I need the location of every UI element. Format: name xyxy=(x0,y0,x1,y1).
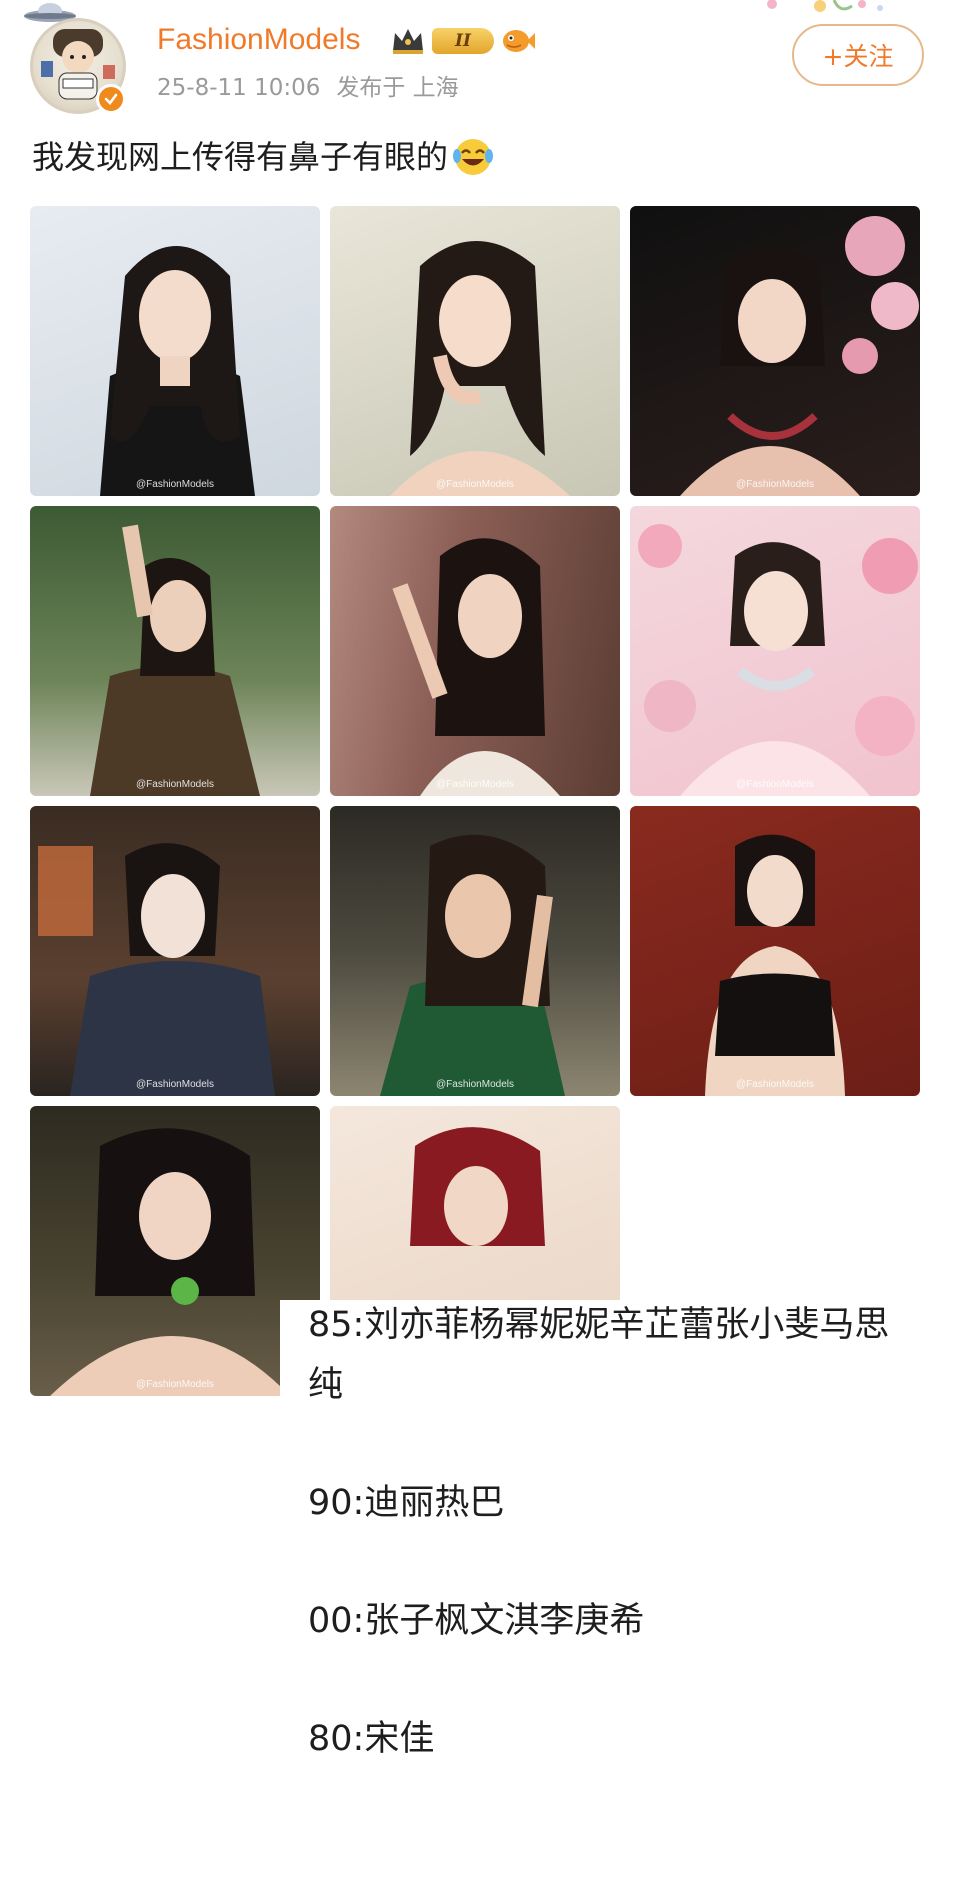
post-meta: 25-8-11 10:06 发布于 上海 xyxy=(157,72,475,104)
location: 发布于 上海 xyxy=(336,75,459,101)
photo-10[interactable]: @FashionModels xyxy=(30,1106,320,1396)
photo-7[interactable]: @FashionModels xyxy=(30,806,320,1096)
photo-5[interactable]: @FashionModels xyxy=(330,506,620,796)
photo-watermark: @FashionModels xyxy=(436,779,514,790)
photo-watermark: @FashionModels xyxy=(136,1079,214,1090)
photo-6[interactable]: @FashionModels xyxy=(630,506,920,796)
follow-label: +关注 xyxy=(822,42,894,71)
photo-watermark: @FashionModels xyxy=(436,1079,514,1090)
overlay-line-90: 90:迪丽热巴 xyxy=(308,1483,505,1523)
laugh-cry-icon xyxy=(453,139,494,175)
photo-3[interactable]: @FashionModels xyxy=(630,206,920,496)
overlay-line-85-cont: 纯 xyxy=(308,1365,344,1405)
photo-grid: @FashionModels @FashionModels @FashionMo… xyxy=(30,206,926,1396)
photo-watermark: @FashionModels xyxy=(136,779,214,790)
post-header: FashionModels II 25-8-11 10:06 发布于 上海 +关注 xyxy=(0,0,960,130)
photo-watermark: @FashionModels xyxy=(136,479,214,490)
post-text: 我发现网上传得有鼻子有眼的 xyxy=(32,134,494,180)
photo-watermark: @FashionModels xyxy=(436,479,514,490)
verified-icon xyxy=(96,84,126,114)
overlay-line-00: 00:张子枫文淇李庚希 xyxy=(308,1601,645,1641)
photo-watermark: @FashionModels xyxy=(736,479,814,490)
photo-watermark: @FashionModels xyxy=(736,1079,814,1090)
photo-watermark: @FashionModels xyxy=(736,779,814,790)
post-body: 我发现网上传得有鼻子有眼的 xyxy=(32,138,449,176)
overlay-line-80: 80:宋佳 xyxy=(308,1719,435,1759)
level-badge: II xyxy=(432,28,494,54)
text-overlay-card: 85:刘亦菲杨幂妮妮辛芷蕾张小斐马思 纯 90:迪丽热巴 00:张子枫文淇李庚希… xyxy=(280,1300,960,1900)
username[interactable]: FashionModels xyxy=(157,20,360,60)
fish-icon xyxy=(503,30,535,52)
photo-4[interactable]: @FashionModels xyxy=(30,506,320,796)
overlay-line-85: 85:刘亦菲杨幂妮妮辛芷蕾张小斐马思 xyxy=(308,1305,890,1345)
crown-icon xyxy=(393,29,423,54)
photo-1[interactable]: @FashionModels xyxy=(30,206,320,496)
photo-9[interactable]: @FashionModels xyxy=(630,806,920,1096)
photo-2[interactable]: @FashionModels xyxy=(330,206,620,496)
follow-button[interactable]: +关注 xyxy=(792,24,924,86)
photo-watermark: @FashionModels xyxy=(136,1379,214,1390)
flower-decoration-icon xyxy=(767,0,883,12)
photo-8[interactable]: @FashionModels xyxy=(330,806,620,1096)
timestamp: 25-8-11 10:06 xyxy=(157,75,321,101)
user-badges: II xyxy=(390,24,536,58)
